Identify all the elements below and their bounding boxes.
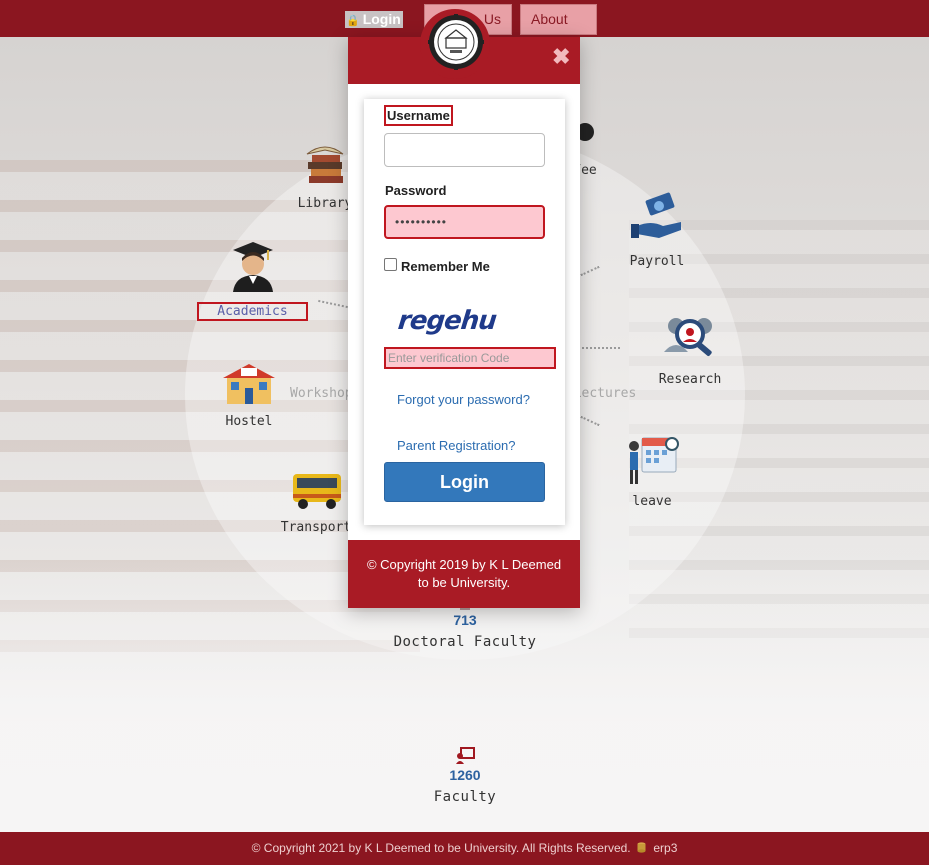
lock-icon: 🔒: [346, 15, 360, 27]
nav-contact-label: Us: [483, 11, 501, 27]
payroll-hand-money-icon: [631, 192, 681, 238]
forgot-password-link[interactable]: Forgot your password?: [397, 392, 530, 407]
feature-research[interactable]: Research: [650, 308, 730, 387]
feature-leave-label: leave: [632, 494, 672, 509]
feature-leave[interactable]: leave: [616, 430, 688, 509]
password-input[interactable]: ••••••••••: [384, 205, 545, 239]
feature-transport[interactable]: Transport: [276, 468, 356, 535]
modal-copyright: © Copyright 2019 by K L Deemed to be Uni…: [348, 540, 580, 608]
page-footer: © Copyright 2021 by K L Deemed to be Uni…: [0, 832, 929, 865]
password-masked-value: ••••••••••: [395, 215, 448, 229]
database-icon: [637, 842, 646, 853]
teacher-board-icon: [456, 747, 475, 764]
nav-login-button[interactable]: 🔒 Login: [345, 11, 403, 28]
feature-academics-label: Academics: [197, 302, 308, 321]
university-logo-icon: [428, 14, 484, 70]
feature-payroll[interactable]: Payroll: [622, 192, 692, 269]
footer-copyright: © Copyright 2021 by K L Deemed to be Uni…: [251, 841, 631, 855]
research-magnifier-icon: [664, 318, 712, 356]
stat-faculty: 1260 Faculty: [365, 747, 565, 805]
remember-me-checkbox[interactable]: [384, 258, 397, 271]
graduate-icon: [232, 242, 273, 292]
parent-registration-link[interactable]: Parent Registration?: [397, 438, 516, 453]
feature-payroll-label: Payroll: [629, 254, 685, 269]
books-icon: [306, 146, 344, 183]
nav-about-button[interactable]: About Us: [520, 4, 597, 56]
nav-login-label: Login: [362, 11, 401, 27]
login-button[interactable]: Login: [384, 462, 545, 502]
remember-me-label: Remember Me: [401, 259, 490, 274]
username-label: Username: [384, 105, 453, 126]
bus-icon: [293, 474, 341, 509]
password-label: Password: [385, 183, 447, 198]
feature-hostel[interactable]: Hostel: [212, 362, 286, 429]
close-icon[interactable]: ✖: [552, 46, 570, 68]
feature-hostel-label: Hostel: [225, 414, 273, 429]
username-input[interactable]: [384, 133, 545, 167]
feature-workshops-label: Workshops: [290, 386, 350, 401]
feature-research-label: Research: [658, 372, 722, 387]
doctoral-faculty-count: 713: [453, 612, 477, 628]
hostel-building-icon: [223, 364, 275, 404]
feature-workshops[interactable]: Workshops: [290, 383, 350, 401]
feature-transport-label: Transport: [280, 520, 352, 535]
footer-server-label: erp3: [653, 841, 678, 855]
captcha-image: regehu: [396, 306, 498, 336]
faculty-label: Faculty: [433, 789, 497, 805]
feature-academics[interactable]: Academics: [197, 238, 308, 321]
verification-code-input[interactable]: [384, 347, 556, 369]
faculty-count: 1260: [449, 767, 481, 783]
doctoral-faculty-label: Doctoral Faculty: [393, 634, 537, 650]
leave-calendar-icon: [629, 437, 679, 484]
